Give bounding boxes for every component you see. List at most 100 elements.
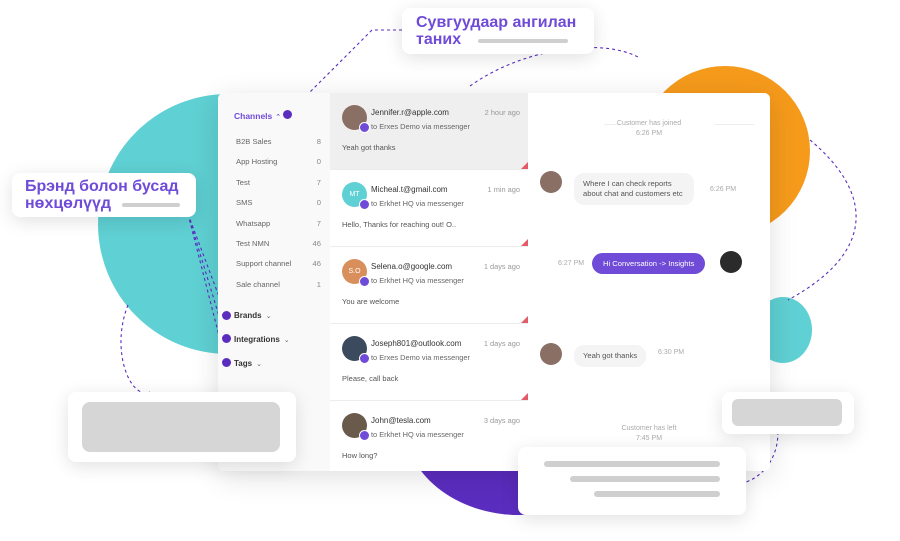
messenger-icon bbox=[359, 353, 370, 364]
customer-avatar bbox=[540, 343, 562, 365]
sidebar-item-label: SMS bbox=[236, 198, 253, 208]
sidebar-item-support-channel[interactable]: Support channel 46 bbox=[218, 257, 330, 277]
placeholder-bar bbox=[122, 203, 180, 207]
sidebar-item-app-hosting[interactable]: App Hosting 0 bbox=[218, 155, 330, 175]
message-time: 6:26 PM bbox=[710, 186, 737, 193]
connector-dot bbox=[222, 358, 231, 367]
conversation-time: 1 days ago bbox=[483, 339, 520, 348]
messenger-icon bbox=[359, 430, 370, 441]
sidebar-item-label: App Hosting bbox=[236, 157, 278, 167]
conversation-time: 3 days ago bbox=[483, 416, 520, 425]
channels-header[interactable]: Channels ⌃ bbox=[234, 111, 281, 121]
tags-section[interactable]: Tags ⌄ bbox=[234, 359, 262, 368]
channel-list: B2B Sales 8 App Hosting 0 Test 7 SMS 0 Whats… bbox=[218, 135, 330, 298]
message-bubble-outgoing: Hi Conversation -> Insights bbox=[592, 253, 706, 274]
callout-channels-line2: таних bbox=[416, 31, 462, 48]
conversation-time: 2 hour ago bbox=[484, 108, 520, 117]
sidebar-item-count: 0 bbox=[316, 198, 321, 208]
sidebar-item-sms[interactable]: SMS 0 bbox=[218, 196, 330, 216]
messenger-icon bbox=[359, 276, 370, 287]
callout-channels-line1: Сувгуудаар ангилан bbox=[416, 14, 577, 31]
sidebar-item-label: Test NMN bbox=[236, 238, 270, 248]
avatar-initials: S.O bbox=[348, 268, 361, 275]
sidebar-item-count: 0 bbox=[316, 157, 321, 167]
unread-marker bbox=[521, 393, 528, 400]
channels-label: Channels bbox=[234, 111, 273, 121]
connector-dot bbox=[222, 311, 231, 320]
sidebar-item-count: 8 bbox=[316, 137, 321, 146]
conversation-email: Micheal.t@gmail.com bbox=[371, 185, 448, 194]
avatar: S.O bbox=[342, 259, 370, 287]
conversation-email: Selena.o@google.com bbox=[371, 262, 453, 271]
conversation-via: to Erkhet HQ via messenger bbox=[371, 276, 464, 285]
divider bbox=[604, 124, 618, 125]
divider bbox=[714, 124, 754, 125]
conversation-via: to Erkhet HQ via messenger bbox=[371, 199, 464, 208]
conversation-message: Yeah got thanks bbox=[342, 143, 396, 152]
sidebar-item-label: Whatsapp bbox=[236, 218, 271, 228]
chevron-down-icon: ⌄ bbox=[283, 337, 290, 344]
left-note-time: 7:45 PM bbox=[635, 435, 663, 442]
unread-marker bbox=[521, 316, 528, 323]
message-bubble-incoming: Yeah got thanks bbox=[574, 345, 647, 367]
callout-brands-line1: Брэнд болон бусад bbox=[25, 178, 179, 195]
messenger-icon bbox=[359, 122, 370, 133]
integrations-section[interactable]: Integrations ⌄ bbox=[234, 335, 290, 344]
sidebar-item-label: Support channel bbox=[236, 259, 292, 269]
chevron-up-icon: ⌃ bbox=[275, 114, 282, 121]
chevron-down-icon: ⌄ bbox=[265, 313, 272, 320]
tags-label: Tags bbox=[234, 359, 253, 368]
connector-dot bbox=[283, 110, 292, 119]
conversation-item[interactable]: Jennifer.r@apple.com 2 hour ago to Erxes… bbox=[330, 93, 528, 170]
avatar bbox=[342, 105, 370, 133]
inbox-window: Channels ⌃ B2B Sales 8 App Hosting 0 Test 7 … bbox=[218, 93, 770, 471]
placeholder-card bbox=[722, 392, 854, 434]
sidebar-item-test-nmn[interactable]: Test NMN 46 bbox=[218, 237, 330, 257]
unread-marker bbox=[521, 239, 528, 246]
placeholder-bar bbox=[594, 491, 720, 497]
sidebar-item-count: 46 bbox=[312, 259, 321, 269]
sidebar-item-test[interactable]: Test 7 bbox=[218, 176, 330, 196]
conversation-message: You are welcome bbox=[342, 297, 400, 306]
placeholder-block bbox=[732, 399, 842, 426]
conversation-time: 1 min ago bbox=[487, 185, 520, 194]
chevron-down-icon: ⌄ bbox=[256, 361, 262, 368]
sidebar-item-label: Sale channel bbox=[236, 279, 280, 289]
integrations-label: Integrations bbox=[234, 335, 280, 344]
avatar bbox=[342, 413, 370, 441]
joined-note-time: 6:26 PM bbox=[635, 130, 663, 137]
conversation-via: to Erkhet HQ via messenger bbox=[371, 430, 464, 439]
sidebar-item-count: 7 bbox=[316, 177, 321, 187]
agent-avatar bbox=[720, 251, 742, 273]
callout-brands-line2: нөхцөлүүд bbox=[25, 195, 112, 212]
brands-section[interactable]: Brands ⌄ bbox=[234, 311, 271, 320]
callout-brands: Брэнд болон бусад нөхцөлүүд bbox=[12, 173, 196, 217]
placeholder-card bbox=[518, 447, 746, 515]
conversation-item[interactable]: MT Micheal.t@gmail.com 1 min ago to Erkh… bbox=[330, 170, 528, 247]
conversation-item[interactable]: John@tesla.com 3 days ago to Erkhet HQ v… bbox=[330, 401, 528, 471]
conversation-email: John@tesla.com bbox=[371, 416, 431, 425]
sidebar-item-b2b-sales[interactable]: B2B Sales 8 bbox=[218, 135, 330, 155]
conversation-email: Joseph801@outlook.com bbox=[371, 339, 462, 348]
brands-label: Brands bbox=[234, 311, 262, 320]
placeholder-bar bbox=[544, 461, 720, 467]
placeholder-card bbox=[68, 392, 296, 462]
message-time: 6:30 PM bbox=[658, 349, 685, 356]
conversation-via: to Erxes Demo via messenger bbox=[371, 122, 470, 131]
conversation-message: How long? bbox=[342, 451, 378, 460]
sidebar-item-label: Test bbox=[236, 177, 250, 187]
sidebar-item-whatsapp[interactable]: Whatsapp 7 bbox=[218, 217, 330, 237]
placeholder-bar bbox=[570, 476, 720, 482]
message-time: 6:27 PM bbox=[558, 260, 585, 267]
sidebar-item-sale-channel[interactable]: Sale channel 1 bbox=[218, 278, 330, 298]
sidebar-item-label: B2B Sales bbox=[236, 137, 272, 146]
conversation-message: Please, call back bbox=[342, 374, 399, 383]
conversation-message: Hello, Thanks for reaching out! O.. bbox=[342, 220, 457, 229]
joined-note-text: Customer has joined bbox=[616, 120, 682, 127]
conversation-item[interactable]: Joseph801@outlook.com 1 days ago to Erxe… bbox=[330, 324, 528, 401]
avatar-initials: MT bbox=[349, 191, 360, 198]
conversation-time: 1 days ago bbox=[483, 262, 520, 271]
customer-avatar bbox=[540, 171, 562, 193]
callout-channels: Сувгуудаар ангилан таних bbox=[402, 8, 594, 54]
conversation-item[interactable]: S.O Selena.o@google.com 1 days ago to Er… bbox=[330, 247, 528, 324]
